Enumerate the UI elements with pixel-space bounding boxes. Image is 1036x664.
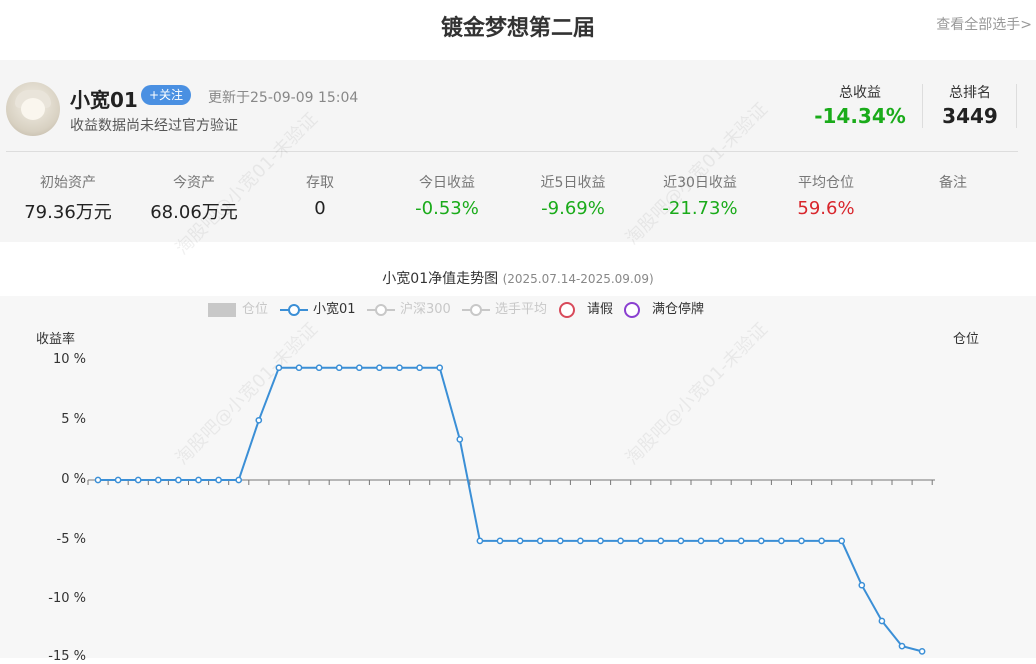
- data-point[interactable]: [838, 537, 846, 545]
- net-value-line-chart: [87, 364, 935, 655]
- data-point[interactable]: [275, 364, 283, 372]
- data-point[interactable]: [898, 642, 906, 650]
- data-point[interactable]: [335, 364, 343, 372]
- data-point[interactable]: [416, 364, 423, 372]
- data-point[interactable]: [396, 364, 403, 372]
- data-point[interactable]: [556, 537, 564, 545]
- data-point[interactable]: [476, 537, 484, 545]
- data-point[interactable]: [536, 537, 544, 545]
- data-point[interactable]: [195, 476, 202, 484]
- data-point[interactable]: [617, 537, 624, 545]
- data-point[interactable]: [657, 537, 665, 545]
- data-point[interactable]: [878, 617, 886, 625]
- series-line-xiaokuan01: [98, 366, 923, 653]
- data-point[interactable]: [818, 537, 825, 545]
- data-point[interactable]: [295, 364, 303, 372]
- data-point[interactable]: [456, 436, 464, 443]
- data-point[interactable]: [215, 476, 222, 484]
- data-point[interactable]: [516, 537, 524, 545]
- data-point[interactable]: [637, 537, 645, 545]
- data-point[interactable]: [717, 537, 725, 545]
- data-point[interactable]: [94, 476, 102, 484]
- data-point[interactable]: [376, 364, 383, 372]
- data-point[interactable]: [255, 416, 263, 424]
- data-point[interactable]: [918, 648, 926, 655]
- data-point[interactable]: [134, 476, 142, 484]
- data-point[interactable]: [577, 537, 584, 545]
- data-point[interactable]: [697, 537, 705, 545]
- data-point[interactable]: [114, 476, 122, 484]
- data-point[interactable]: [436, 364, 444, 372]
- data-point[interactable]: [235, 476, 243, 484]
- data-point[interactable]: [175, 476, 182, 484]
- data-point[interactable]: [737, 537, 745, 545]
- data-point[interactable]: [778, 537, 785, 545]
- data-point[interactable]: [496, 537, 504, 545]
- data-point[interactable]: [798, 537, 805, 545]
- data-point[interactable]: [355, 364, 363, 372]
- data-point[interactable]: [315, 364, 323, 372]
- data-point[interactable]: [858, 581, 866, 589]
- data-point[interactable]: [677, 537, 685, 545]
- data-point[interactable]: [757, 537, 765, 545]
- data-point[interactable]: [154, 476, 162, 484]
- data-point[interactable]: [597, 537, 604, 545]
